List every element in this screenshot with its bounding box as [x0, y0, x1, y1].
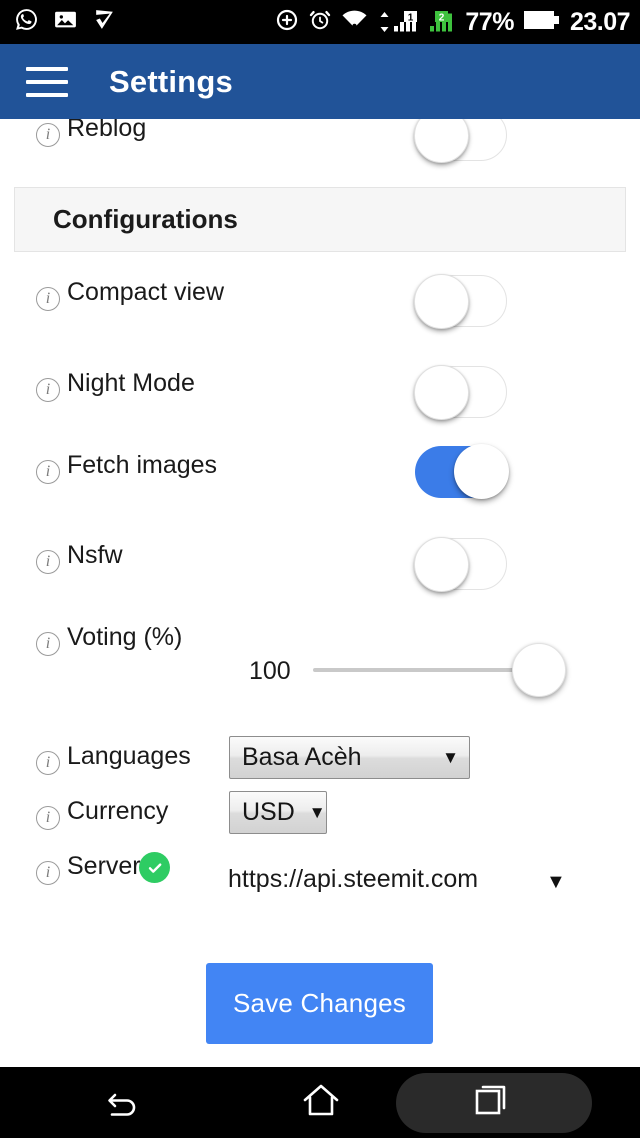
page-title: Settings: [109, 63, 233, 99]
voting-label-group: i Voting (%): [36, 619, 182, 656]
battery-percent-label: 77%: [465, 7, 514, 36]
mobile-data-sim2-icon: 2: [429, 10, 456, 34]
toggle-knob: [414, 537, 469, 592]
setting-label: Nsfw: [67, 541, 123, 569]
info-icon[interactable]: i: [36, 123, 60, 147]
info-icon[interactable]: i: [36, 861, 60, 885]
toggle-compact-view[interactable]: [414, 274, 507, 329]
battery-icon: [523, 9, 561, 36]
info-icon[interactable]: i: [36, 378, 60, 402]
setting-row-nsfw[interactable]: i Nsfw: [36, 537, 616, 574]
languages-selected-value: Basa Acèh: [242, 743, 362, 771]
setting-label: Server: [67, 852, 141, 880]
toggle-knob: [414, 365, 469, 420]
hamburger-bar: [26, 79, 68, 84]
setting-row-reblog[interactable]: i Reblog: [36, 119, 616, 179]
android-navigation-bar: [0, 1067, 640, 1138]
currency-select[interactable]: USD ▼: [229, 791, 327, 834]
nav-home-button[interactable]: [246, 1067, 396, 1138]
back-arrow-icon: [101, 1078, 145, 1127]
languages-label-group: i Languages: [36, 738, 191, 775]
wifi-icon: [341, 8, 368, 37]
svg-text:1: 1: [408, 12, 414, 23]
info-icon[interactable]: i: [36, 632, 60, 656]
dnd-plus-icon: [275, 8, 299, 37]
nav-recents-button[interactable]: [396, 1067, 640, 1138]
toggle-nsfw[interactable]: [414, 537, 507, 592]
phone-screen: 1 2 77% 23.07 Settings i Reblog Configur…: [0, 0, 640, 1138]
server-chevron-down-icon[interactable]: ▼: [546, 872, 566, 892]
setting-label: Reblog: [67, 119, 147, 142]
nsfw-label-group: i Nsfw: [36, 537, 123, 574]
hamburger-menu-icon[interactable]: [26, 66, 68, 97]
checkmark-flag-icon: [92, 7, 117, 37]
currency-selected-value: USD: [242, 798, 295, 826]
mobile-data-sim1-icon: 1: [377, 10, 420, 34]
server-status-badge: [139, 852, 170, 883]
nav-back-button[interactable]: [0, 1067, 246, 1138]
clock-label: 23.07: [569, 7, 631, 36]
setting-label: Languages: [67, 742, 191, 770]
info-icon[interactable]: i: [36, 550, 60, 574]
hamburger-bar: [26, 66, 68, 71]
languages-select[interactable]: Basa Acèh ▼: [229, 736, 470, 779]
setting-row-compact-view[interactable]: i Compact view: [36, 274, 616, 311]
toggle-knob: [414, 274, 469, 329]
setting-label: Voting (%): [67, 623, 183, 651]
compact-view-label-group: i Compact view: [36, 274, 224, 311]
night-mode-label-group: i Night Mode: [36, 365, 195, 402]
recents-icon: [470, 1078, 514, 1127]
setting-label: Compact view: [67, 278, 224, 306]
server-label-group: i Server: [36, 848, 141, 885]
setting-label: Night Mode: [67, 369, 195, 397]
app-bar: Settings: [0, 44, 640, 119]
server-value-label[interactable]: https://api.steemit.com: [228, 865, 478, 894]
setting-row-languages[interactable]: i Languages: [36, 738, 236, 775]
reblog-label-group: i Reblog: [36, 119, 146, 147]
save-changes-button[interactable]: Save Changes: [206, 963, 433, 1044]
setting-row-night-mode[interactable]: i Night Mode: [36, 365, 616, 402]
info-icon[interactable]: i: [36, 806, 60, 830]
status-bar-notifications: [14, 7, 117, 37]
status-bar: 1 2 77% 23.07: [0, 0, 640, 44]
chevron-down-icon: ▼: [442, 748, 459, 767]
check-icon: [148, 862, 161, 873]
voting-slider-thumb[interactable]: [512, 643, 566, 697]
toggle-fetch-images[interactable]: [415, 444, 509, 499]
setting-row-server[interactable]: i Server: [36, 848, 236, 885]
svg-text:2: 2: [439, 12, 445, 23]
gallery-icon: [53, 7, 78, 37]
alarm-icon: [308, 8, 332, 37]
toggle-knob: [414, 119, 469, 163]
home-icon: [299, 1078, 343, 1127]
toggle-night-mode[interactable]: [414, 365, 507, 420]
setting-label: Fetch images: [67, 451, 218, 479]
fetch-images-label-group: i Fetch images: [36, 447, 217, 484]
info-icon[interactable]: i: [36, 287, 60, 311]
chevron-down-icon: ▼: [308, 803, 326, 822]
section-header-configurations: Configurations: [14, 187, 626, 252]
setting-row-fetch-images[interactable]: i Fetch images: [36, 447, 616, 484]
info-icon[interactable]: i: [36, 460, 60, 484]
currency-label-group: i Currency: [36, 793, 168, 830]
setting-row-currency[interactable]: i Currency: [36, 793, 236, 830]
setting-label: Currency: [67, 797, 169, 825]
whatsapp-icon: [14, 7, 39, 37]
status-bar-system-icons: 1 2 77% 23.07: [275, 7, 631, 37]
hamburger-bar: [26, 92, 68, 97]
toggle-knob: [454, 444, 509, 499]
info-icon[interactable]: i: [36, 751, 60, 775]
voting-value-label: 100: [249, 657, 291, 685]
settings-scroll-area[interactable]: i Reblog Configurations i Compact view i Ni…: [0, 119, 640, 1067]
section-header-label: Configurations: [53, 204, 238, 234]
toggle-reblog[interactable]: [414, 119, 507, 163]
